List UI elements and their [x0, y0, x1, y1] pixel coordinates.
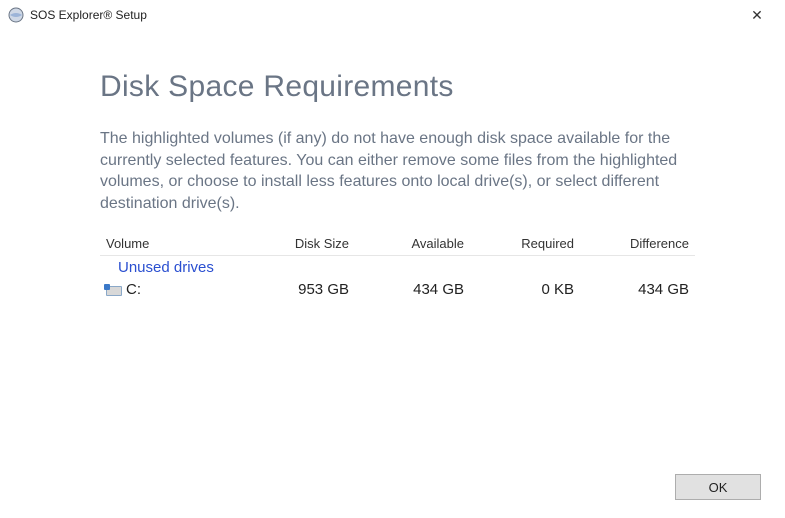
cell-available: 434 GB — [355, 281, 470, 298]
footer: OK — [675, 474, 761, 500]
close-icon[interactable]: ✕ — [737, 7, 777, 24]
content-area: Disk Space Requirements The highlighted … — [0, 30, 785, 300]
table-header: Volume Disk Size Available Required Diff… — [100, 232, 695, 256]
col-available[interactable]: Available — [355, 236, 470, 251]
col-difference[interactable]: Difference — [580, 236, 695, 251]
ok-button[interactable]: OK — [675, 474, 761, 500]
cell-required: 0 KB — [470, 281, 580, 298]
table-row[interactable]: C: 953 GB 434 GB 0 KB 434 GB — [100, 279, 695, 300]
col-disk-size[interactable]: Disk Size — [240, 236, 355, 251]
cell-disk-size: 953 GB — [240, 281, 355, 298]
page-title: Disk Space Requirements — [100, 70, 725, 104]
col-volume[interactable]: Volume — [100, 236, 240, 251]
volume-label: C: — [126, 281, 141, 298]
cell-volume: C: — [100, 281, 240, 298]
group-unused-drives: Unused drives — [100, 256, 695, 279]
titlebar: SOS Explorer® Setup ✕ — [0, 0, 785, 30]
cell-difference: 434 GB — [580, 281, 695, 298]
page-description: The highlighted volumes (if any) do not … — [100, 128, 700, 214]
col-required[interactable]: Required — [470, 236, 580, 251]
window-title: SOS Explorer® Setup — [30, 8, 737, 22]
disk-table: Volume Disk Size Available Required Diff… — [100, 232, 695, 300]
app-icon — [8, 7, 24, 23]
drive-icon — [106, 284, 122, 296]
